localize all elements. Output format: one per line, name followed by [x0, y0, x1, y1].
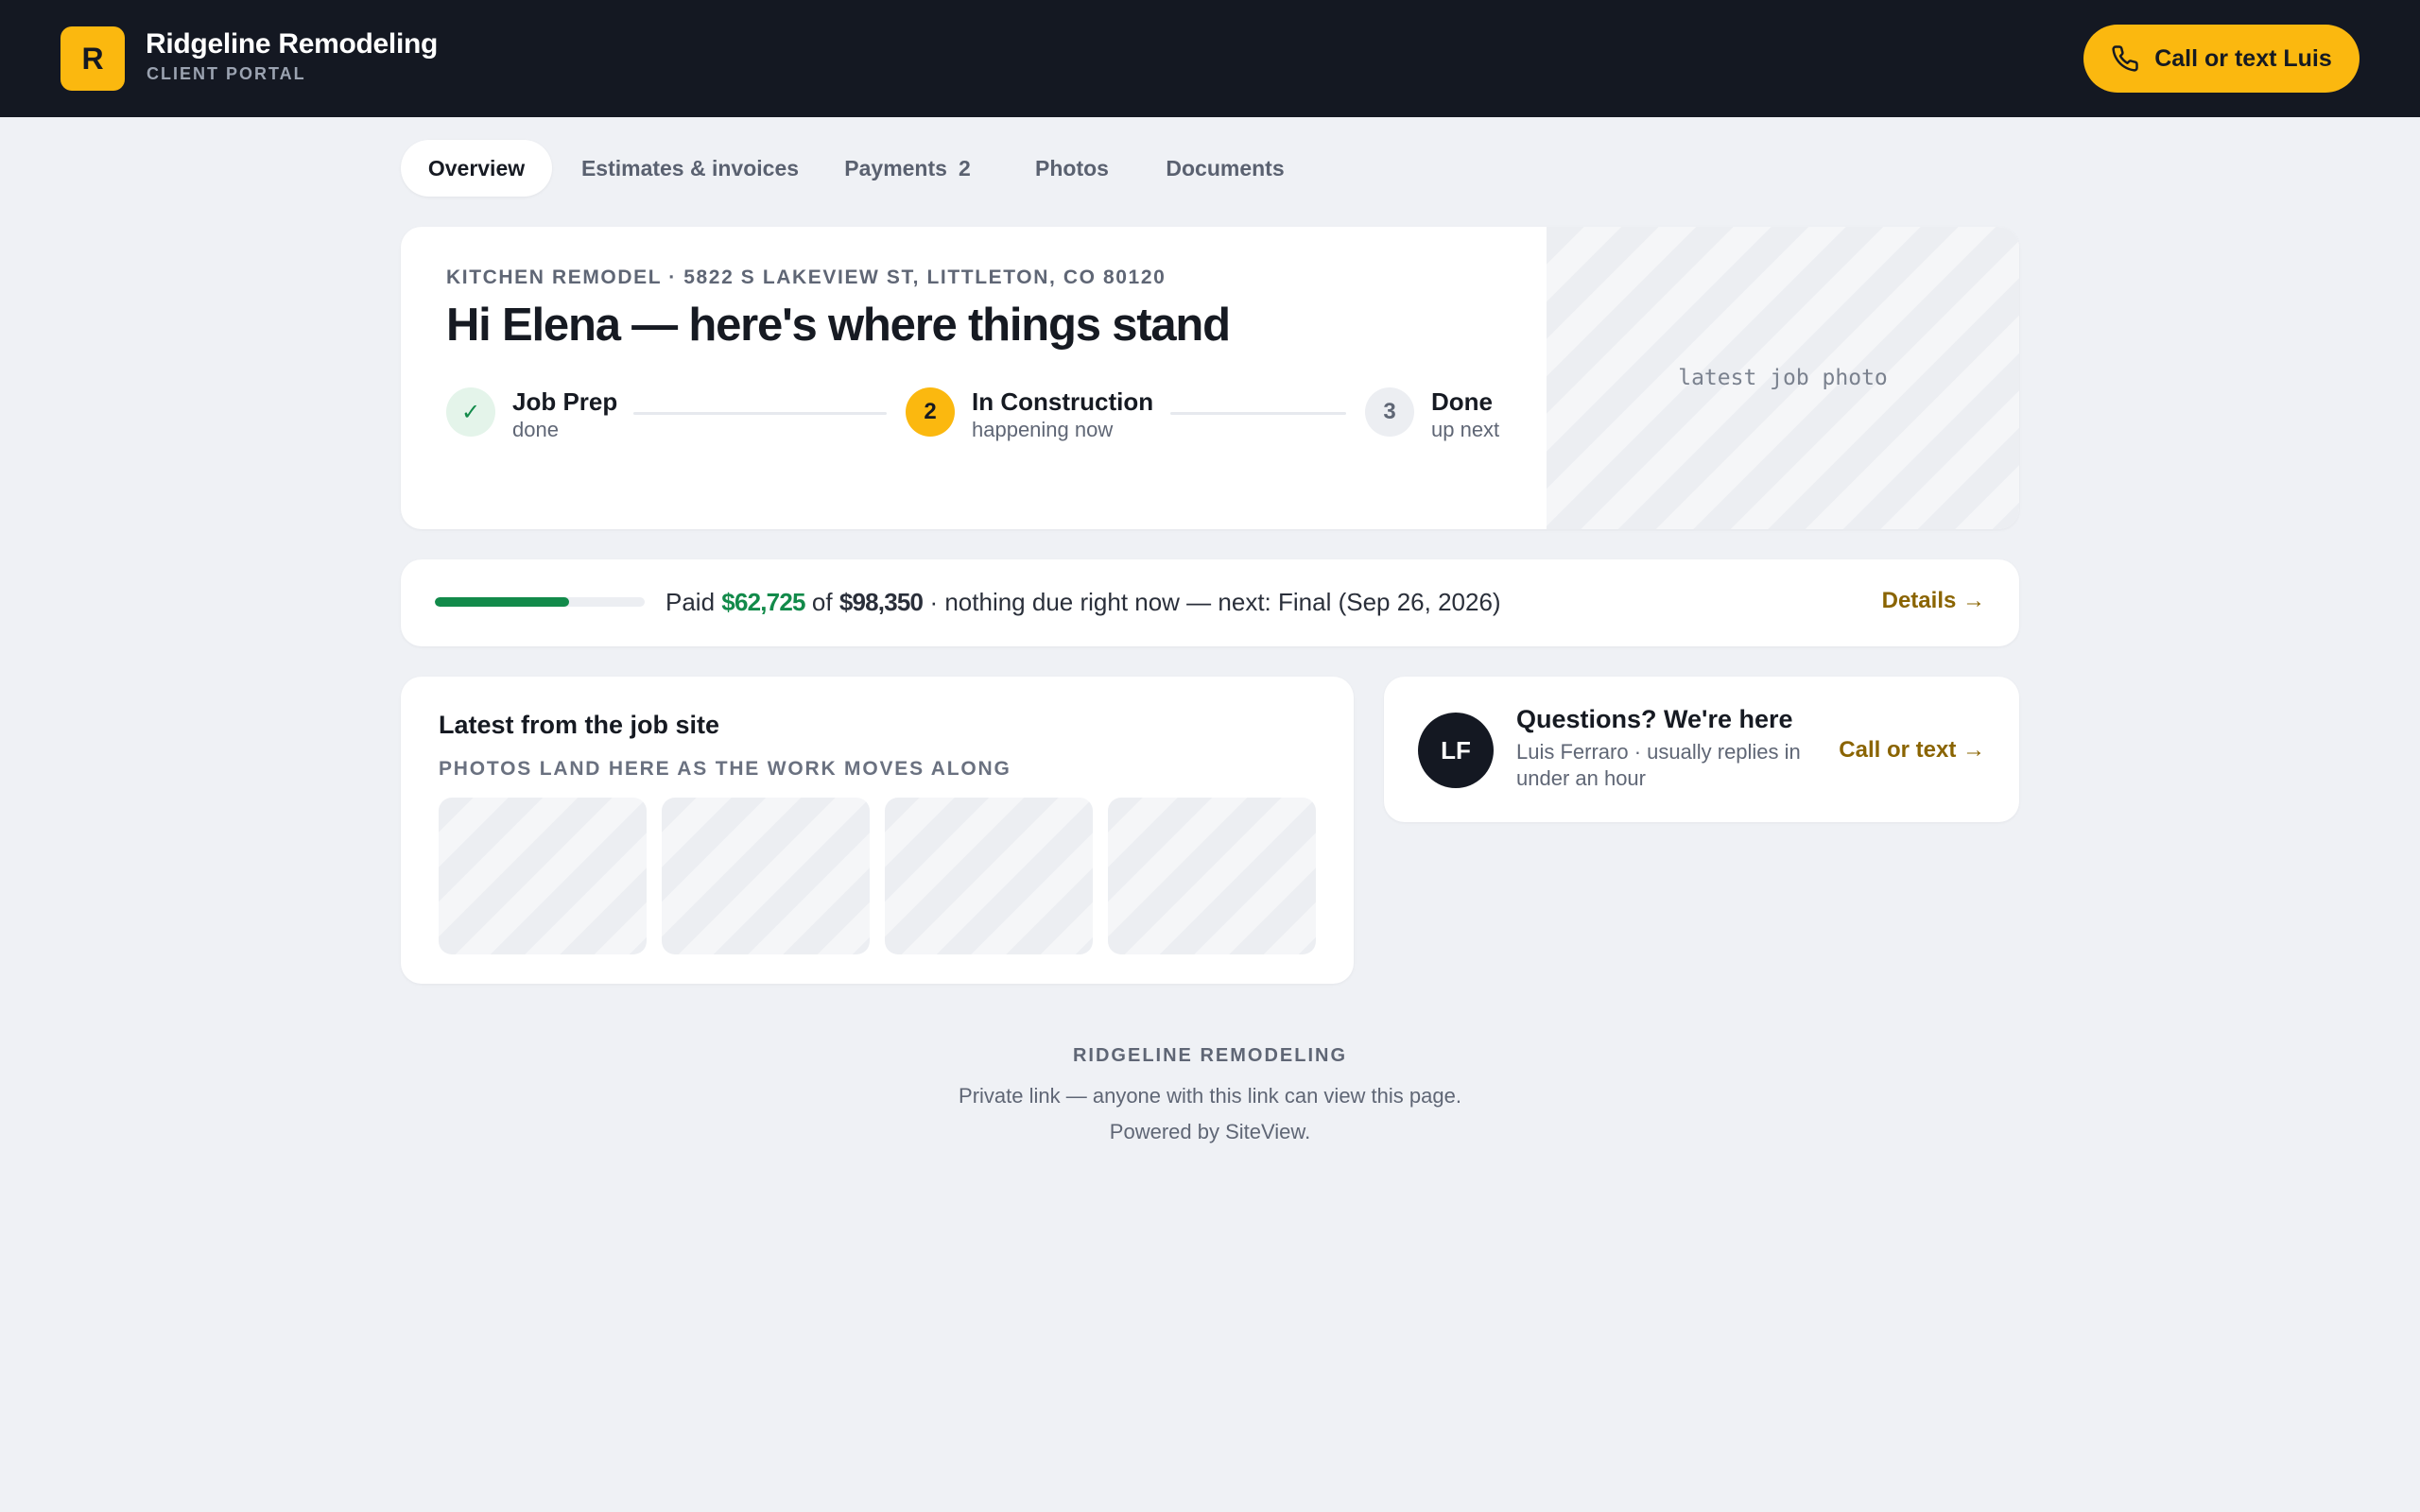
- top-header: R Ridgeline Remodeling CLIENT PORTAL Cal…: [0, 0, 2420, 117]
- avatar: LF: [1418, 713, 1494, 788]
- tab-label: Payments: [844, 155, 947, 180]
- tab-estimates-invoices[interactable]: Estimates & invoices: [567, 140, 813, 197]
- call-or-text-button[interactable]: Call or text Luis: [2083, 25, 2360, 93]
- step-status: done: [512, 418, 559, 441]
- step-status: up next: [1431, 418, 1500, 441]
- tab-overview[interactable]: Overview: [401, 140, 552, 197]
- payment-summary-text: Paid $62,725 of $98,350 · nothing due ri…: [666, 588, 1501, 617]
- of-label: of: [811, 588, 833, 616]
- tab-count-badge: 2: [958, 155, 971, 180]
- step-connector: [1170, 412, 1346, 415]
- powered-by-link[interactable]: Powered by SiteView.: [1110, 1120, 1310, 1143]
- check-icon: ✓: [446, 387, 495, 437]
- contact-title: Questions? We're here: [1516, 705, 1793, 733]
- project-status-card: KITCHEN REMODEL · 5822 S LAKEVIEW ST, LI…: [401, 227, 2019, 529]
- brand-subtitle: CLIENT PORTAL: [147, 64, 306, 83]
- tab-photos[interactable]: Photos: [1017, 140, 1127, 197]
- step-connector: [633, 412, 887, 415]
- footer-privacy-note: Private link — anyone with this link can…: [959, 1084, 1461, 1108]
- photo-thumbnail[interactable]: [439, 798, 647, 954]
- brand-name: Ridgeline Remodeling: [146, 28, 439, 60]
- payment-progress-bar: [435, 597, 645, 607]
- step-name: In Construction: [972, 387, 1154, 416]
- photos-subtitle: PHOTOS LAND HERE AS THE WORK MOVES ALONG: [439, 758, 1011, 780]
- call-or-text-link[interactable]: Call or text →: [1839, 737, 1985, 764]
- tab-label: Estimates & invoices: [580, 155, 800, 180]
- tab-payments[interactable]: Payments 2: [832, 140, 983, 197]
- footer-powered-by: Powered by SiteView.: [0, 1120, 2420, 1144]
- paid-label: Paid: [666, 588, 716, 616]
- photo-thumbnail[interactable]: [1108, 798, 1316, 954]
- footer-brand: RIDGELINE REMODELING: [1072, 1045, 1347, 1066]
- tab-label: Overview: [427, 155, 526, 180]
- tab-documents[interactable]: Documents: [1148, 140, 1303, 197]
- phone-icon: [2112, 45, 2138, 72]
- call-button-label: Call or text Luis: [2154, 44, 2332, 72]
- step-name: Job Prep: [512, 387, 618, 416]
- total-amount: $98,350: [838, 588, 924, 616]
- tab-label: Photos: [1035, 155, 1109, 180]
- step-number-badge: 2: [906, 387, 955, 437]
- paid-amount: $62,725: [721, 588, 805, 616]
- latest-job-photo[interactable]: latest job photo: [1547, 227, 2019, 529]
- job-site-photos-card: Latest from the job site PHOTOS LAND HER…: [401, 677, 1354, 984]
- step-status: happening now: [972, 418, 1114, 441]
- payment-summary: Paid $62,725 of $98,350 · nothing due ri…: [401, 559, 2019, 646]
- photo-thumbnail[interactable]: [885, 798, 1093, 954]
- payment-note: · nothing due right now — next: Final (S…: [929, 588, 1501, 616]
- photo-placeholder-label: latest job photo: [1678, 366, 1888, 390]
- project-address: KITCHEN REMODEL · 5822 S LAKEVIEW ST, LI…: [446, 266, 1167, 288]
- payment-progress-fill: [435, 597, 569, 607]
- step-number-badge: 3: [1365, 387, 1414, 437]
- photo-thumbnail[interactable]: [662, 798, 870, 954]
- brand-logo: R: [60, 26, 125, 91]
- step-name: Done: [1431, 387, 1493, 416]
- page-title: Hi Elena — here's where things stand: [446, 300, 1231, 351]
- tab-label: Documents: [1166, 155, 1285, 180]
- contact-card: LF Questions? We're here Luis Ferraro · …: [1384, 677, 2019, 822]
- photos-title: Latest from the job site: [439, 711, 720, 739]
- contact-subtitle: Luis Ferraro · usually replies in under …: [1516, 740, 1801, 790]
- payment-details-link[interactable]: Details →: [1882, 588, 1985, 614]
